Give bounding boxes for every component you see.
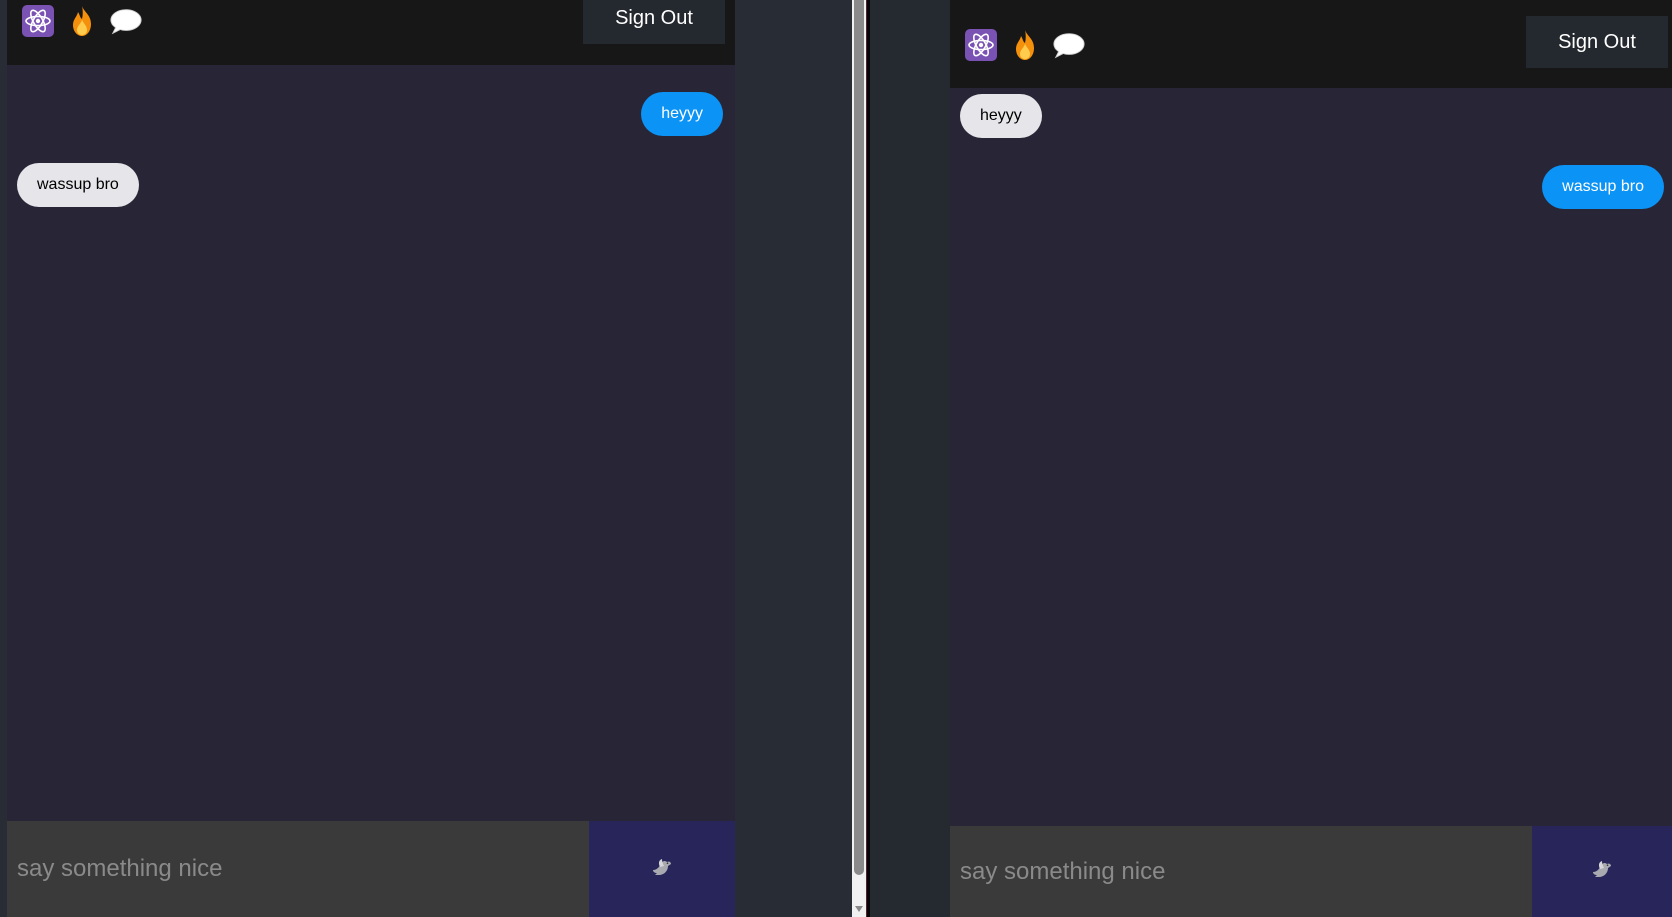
header-icons [21, 4, 143, 38]
message-bubble-sent: heyyy [641, 92, 723, 136]
message-composer [950, 826, 1672, 917]
message-composer [7, 821, 735, 917]
dove-icon [651, 858, 673, 881]
message-bubble-received: heyyy [960, 94, 1042, 138]
send-button[interactable] [1532, 826, 1672, 917]
message-input[interactable] [950, 826, 1532, 917]
chat-app-left: Sign Out heyyy wassup bro [7, 0, 735, 917]
sign-out-button[interactable]: Sign Out [1526, 16, 1668, 68]
sign-out-button[interactable]: Sign Out [583, 0, 725, 44]
app-header: Sign Out [7, 0, 735, 65]
fire-icon [1008, 28, 1042, 62]
speech-bubble-icon [1052, 28, 1086, 62]
react-atom-icon [21, 4, 55, 38]
app-header: Sign Out [950, 0, 1672, 88]
send-button[interactable] [589, 821, 735, 917]
speech-bubble-icon [109, 4, 143, 38]
chat-app-right: Sign Out heyyy wassup bro [950, 0, 1672, 917]
dove-icon [1591, 860, 1613, 883]
header-icons [964, 28, 1086, 62]
fire-icon [65, 4, 99, 38]
scroll-down-arrow-icon[interactable] [855, 906, 863, 912]
react-atom-icon [964, 28, 998, 62]
message-input[interactable] [7, 821, 589, 917]
scroll-thumb[interactable] [854, 0, 864, 875]
message-bubble-received: wassup bro [17, 163, 139, 207]
message-bubble-sent: wassup bro [1542, 165, 1664, 209]
scrollbar[interactable] [852, 0, 866, 917]
left-window: Sign Out heyyy wassup bro [0, 0, 852, 917]
